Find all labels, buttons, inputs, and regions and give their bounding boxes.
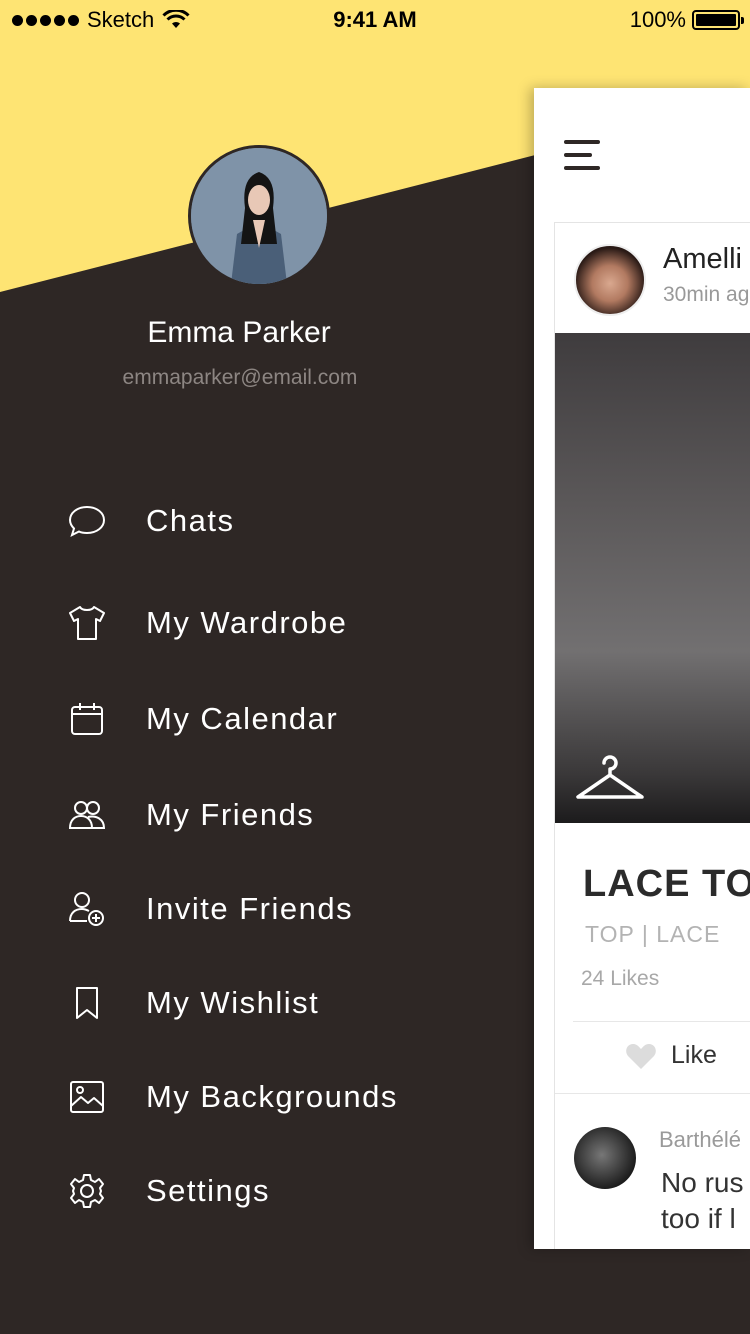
menu-label: Settings	[146, 1173, 271, 1208]
divider	[555, 1093, 750, 1094]
menu-item-my-friends[interactable]: My Friends	[60, 780, 480, 850]
menu-label: Invite Friends	[146, 891, 354, 926]
menu-label: My Calendar	[146, 701, 339, 736]
menu-label: My Wishlist	[146, 985, 320, 1020]
main-content-panel[interactable]: Amelli 30min ag LACE TO TOP | LACE 24 Li…	[534, 88, 750, 1249]
chat-bubble-icon	[60, 494, 114, 548]
comment-author-name[interactable]: Barthélé	[659, 1127, 741, 1153]
menu-label: My Backgrounds	[146, 1079, 398, 1114]
menu-item-settings[interactable]: Settings	[60, 1156, 480, 1226]
status-bar: Sketch 9:41 AM 100%	[0, 0, 750, 40]
menu-item-my-wardrobe[interactable]: My Wardrobe	[60, 588, 480, 658]
profile-avatar[interactable]	[188, 145, 330, 287]
feed-post-card[interactable]: Amelli 30min ag LACE TO TOP | LACE 24 Li…	[554, 222, 750, 1249]
heart-icon	[626, 1043, 656, 1069]
post-author-avatar[interactable]	[574, 244, 646, 316]
post-timestamp: 30min ag	[663, 283, 750, 306]
image-icon	[60, 1070, 114, 1124]
menu-label: My Wardrobe	[146, 605, 348, 640]
avatar-portrait-image	[191, 148, 327, 284]
menu-item-invite-friends[interactable]: Invite Friends	[60, 874, 480, 944]
gear-icon	[60, 1164, 114, 1218]
menu-item-my-wishlist[interactable]: My Wishlist	[60, 968, 480, 1038]
profile-email: emmaparker@email.com	[122, 366, 358, 389]
comment-line: No rus	[661, 1167, 744, 1198]
post-title: LACE TO	[583, 863, 750, 905]
profile-name: Emma Parker	[147, 316, 331, 349]
post-tags: TOP | LACE	[585, 921, 721, 947]
battery-icon	[692, 10, 744, 30]
comment-text: No rus too if l	[661, 1165, 750, 1237]
comment-line: too if l	[661, 1203, 736, 1234]
post-image[interactable]	[555, 333, 750, 823]
hamburger-menu-icon[interactable]	[564, 140, 600, 179]
hanger-icon[interactable]	[573, 753, 647, 803]
friends-icon	[60, 788, 114, 842]
menu-item-my-backgrounds[interactable]: My Backgrounds	[60, 1062, 480, 1132]
post-likes-count: 24 Likes	[581, 967, 660, 990]
bookmark-icon	[60, 976, 114, 1030]
comment-author-avatar[interactable]	[574, 1127, 636, 1189]
menu-label: Chats	[146, 503, 235, 538]
like-label: Like	[671, 1041, 717, 1069]
calendar-icon	[60, 692, 114, 746]
divider	[573, 1021, 750, 1022]
status-right: 100%	[629, 7, 744, 33]
add-user-icon	[60, 882, 114, 936]
menu-label: My Friends	[146, 797, 315, 832]
tshirt-icon	[60, 596, 114, 650]
battery-percent: 100%	[629, 7, 686, 32]
menu-item-chats[interactable]: Chats	[60, 486, 480, 556]
like-button[interactable]: Like	[625, 1041, 717, 1070]
post-author-name[interactable]: Amelli	[663, 243, 742, 276]
menu-item-my-calendar[interactable]: My Calendar	[60, 684, 480, 754]
